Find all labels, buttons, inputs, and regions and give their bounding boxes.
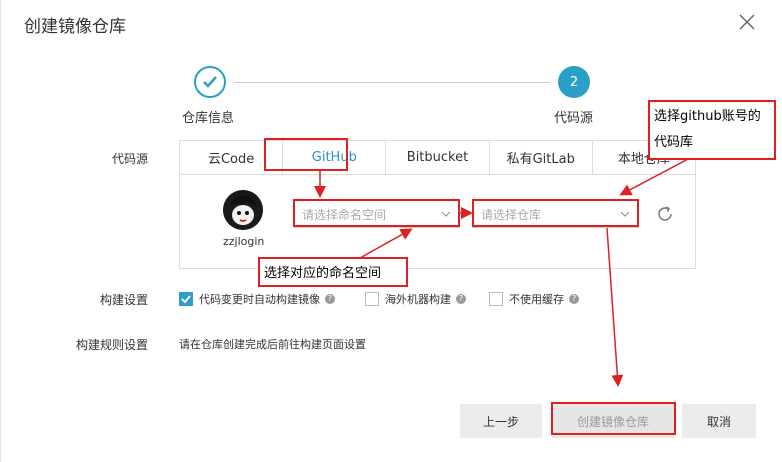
help-icon[interactable]: ? [456, 294, 466, 304]
step-connector [234, 82, 550, 83]
source-tabs: 云Code GitHub Bitbucket 私有GitLab 本地仓库 [179, 140, 696, 174]
checkmark-icon [181, 295, 191, 304]
left-edge-divider [0, 0, 1, 462]
prev-step-button[interactable]: 上一步 [460, 404, 542, 438]
build-rules-text: 请在仓库创建完成后前往构建页面设置 [179, 338, 366, 351]
create-button-highlight [551, 402, 676, 435]
step-2-label: 代码源 [554, 111, 594, 126]
step-1-label: 仓库信息 [182, 111, 235, 126]
no-cache-label: 不使用缓存 [509, 293, 564, 306]
step-2-indicator: 2 [558, 66, 590, 98]
auto-build-checkbox[interactable] [179, 292, 193, 306]
overseas-build-option[interactable]: 海外机器构建 ? [365, 291, 466, 307]
github-tab-highlight [264, 138, 348, 171]
close-icon[interactable] [736, 11, 758, 33]
checkmark-icon [203, 76, 217, 88]
help-icon[interactable]: ? [325, 294, 335, 304]
username-label: zzjlogin [223, 235, 265, 248]
auto-build-label: 代码变更时自动构建镜像 [199, 293, 320, 306]
cancel-button[interactable]: 取消 [682, 404, 756, 438]
repository-highlight [472, 199, 639, 227]
build-settings-label: 构建设置 [99, 293, 148, 307]
namespace-highlight [293, 199, 460, 227]
build-rules-label: 构建规则设置 [75, 338, 148, 352]
no-cache-option[interactable]: 不使用缓存 ? [489, 291, 579, 307]
help-icon[interactable]: ? [569, 294, 579, 304]
refresh-icon[interactable] [655, 204, 675, 224]
tab-private-gitlab[interactable]: 私有GitLab [490, 141, 593, 174]
auto-build-option[interactable]: 代码变更时自动构建镜像 ? [179, 291, 335, 307]
annotation-github-account-line2: 代码库 [654, 135, 694, 150]
code-source-label: 代码源 [111, 152, 148, 166]
annotation-namespace: 选择对应的命名空间 [258, 257, 408, 287]
dialog-title: 创建镜像仓库 [24, 17, 126, 37]
avatar[interactable] [223, 190, 263, 230]
tab-bitbucket[interactable]: Bitbucket [386, 141, 490, 174]
overseas-build-label: 海外机器构建 [385, 293, 451, 306]
annotation-github-account-line1: 选择github账号的 [654, 109, 761, 124]
annotation-github-account: 选择github账号的 代码库 [648, 100, 776, 160]
step-1-indicator [194, 66, 226, 98]
no-cache-checkbox[interactable] [489, 292, 503, 306]
overseas-build-checkbox[interactable] [365, 292, 379, 306]
